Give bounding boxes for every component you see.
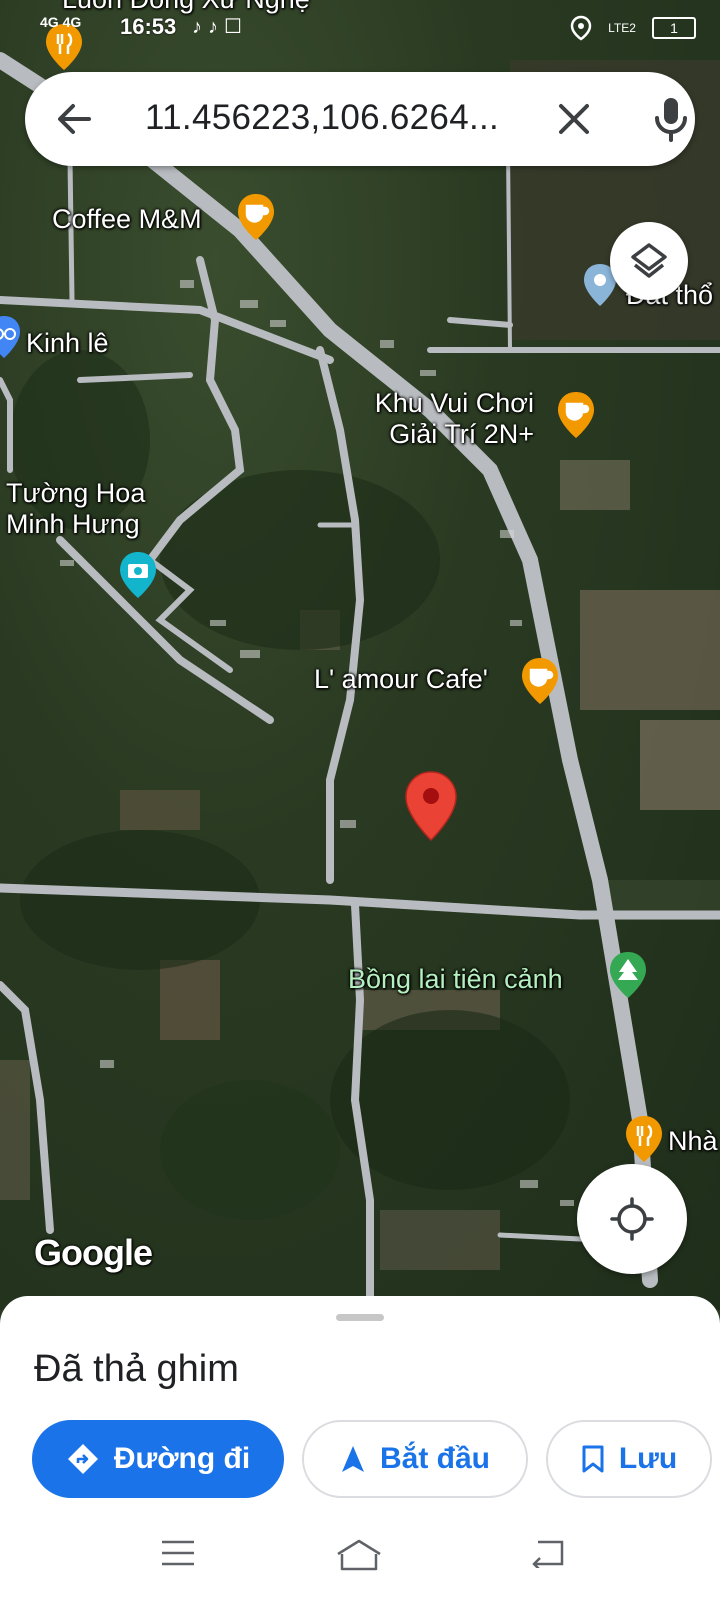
status-bar: 4G 4G 16:53 ♪♪☐ LTE2 1 (0, 0, 720, 56)
google-logo: Google (34, 1232, 153, 1273)
poi-label-coffee-mm[interactable]: Coffee M&M (52, 204, 202, 235)
close-icon[interactable] (555, 100, 593, 138)
cafe-pin-icon[interactable] (236, 192, 276, 242)
search-input[interactable]: 11.456223,106.6264... (145, 98, 525, 138)
directions-button[interactable]: Đường đi (32, 1420, 284, 1498)
back-arrow-icon[interactable] (53, 98, 95, 140)
poi-label-kinh-le[interactable]: Kinh lê (26, 328, 109, 359)
home-icon[interactable] (334, 1538, 384, 1572)
poi-label-line-2: Giải Trí 2N+ (389, 419, 534, 449)
restaurant-pin-icon[interactable] (624, 1114, 664, 1164)
search-bar[interactable]: 11.456223,106.6264... (25, 72, 695, 166)
poi-label-nha[interactable]: Nhà (668, 1126, 718, 1157)
poi-label-tuong-hoa[interactable]: Tường Hoa Minh Hưng (6, 478, 145, 540)
drag-handle[interactable] (336, 1314, 384, 1321)
location-icon (570, 15, 592, 41)
poi-label-khu-vui-choi[interactable]: Khu Vui Chơi Giải Trí 2N+ (364, 388, 534, 450)
layers-button[interactable] (610, 222, 688, 300)
bike-pin-icon[interactable] (0, 314, 22, 360)
menu-icon[interactable] (160, 1538, 196, 1568)
bookmark-icon (582, 1445, 604, 1473)
poi-label-lamour-cafe[interactable]: L' amour Cafe' (314, 664, 488, 695)
cafe-pin-icon[interactable] (556, 390, 596, 440)
crosshair-icon (610, 1197, 654, 1241)
save-label: Lưu (618, 1442, 678, 1475)
network-type: 4G (40, 14, 59, 30)
layers-icon (631, 243, 667, 278)
poi-label-line-1: Tường Hoa (6, 478, 146, 508)
back-icon[interactable] (530, 1538, 566, 1568)
save-button[interactable]: Lưu (546, 1420, 712, 1498)
tiktok-icon: ♪ (192, 16, 208, 38)
start-button[interactable]: Bắt đầu (302, 1420, 528, 1498)
camera-pin-icon[interactable] (118, 550, 158, 600)
navigation-arrow-icon (341, 1446, 364, 1472)
status-right: LTE2 1 (570, 14, 696, 41)
battery-level: 1 (670, 20, 678, 37)
directions-icon (67, 1444, 98, 1474)
network-indicator: 4G 4G (40, 14, 81, 30)
zalo-icon: ☐ (224, 16, 248, 38)
battery-icon: 1 (652, 17, 696, 40)
poi-label-line-2: Minh Hưng (6, 509, 140, 539)
sheet-title: Đã thả ghim (34, 1348, 239, 1390)
cafe-pin-icon[interactable] (520, 656, 560, 706)
park-pin-icon[interactable] (608, 950, 648, 1000)
start-label: Bắt đầu (379, 1442, 490, 1475)
microphone-icon[interactable] (647, 94, 695, 144)
poi-label-bong-lai[interactable]: Bồng lai tiên cảnh (348, 964, 563, 995)
directions-label: Đường đi (113, 1442, 251, 1475)
dropped-pin-icon[interactable] (404, 770, 458, 842)
notification-icons: ♪♪☐ (192, 14, 248, 39)
carrier-label: LTE2 (608, 21, 636, 36)
status-time: 16:53 (120, 14, 177, 39)
system-navigation-bar (0, 1510, 720, 1600)
network-type-2: 4G (62, 14, 82, 30)
my-location-button[interactable] (577, 1164, 687, 1274)
satellite-imagery (0, 52, 720, 1310)
tiktok-icon: ♪ (208, 16, 224, 38)
poi-label-line-1: Khu Vui Chơi (374, 388, 534, 418)
map-view[interactable]: Luôn Đông Xứ Nghệ Coffee M&M Đất thổ Kin… (0, 0, 720, 1310)
